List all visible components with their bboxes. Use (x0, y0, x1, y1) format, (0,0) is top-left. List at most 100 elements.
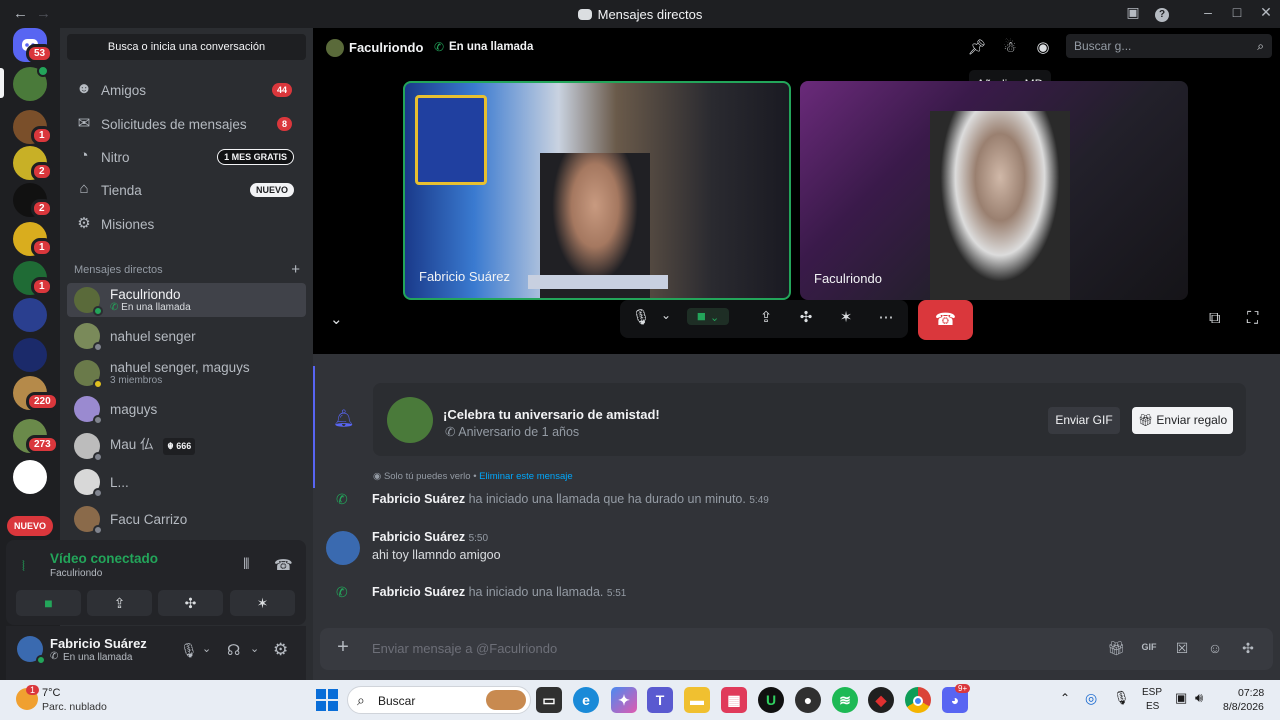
noise-suppression-icon[interactable]: ⦀ (243, 556, 250, 573)
chrome-icon[interactable] (905, 687, 931, 713)
dm-item-maguys[interactable]: maguys (67, 392, 306, 426)
headphones-icon[interactable]: ☊ (227, 641, 240, 659)
call-user-name[interactable]: Faculriondo (349, 40, 423, 55)
task-view-icon[interactable]: ▭ (536, 687, 562, 713)
maximize-icon[interactable]: □ (1226, 4, 1248, 24)
message-author[interactable]: Fabricio Suárez (372, 492, 465, 506)
tray-app-icon[interactable]: ◎ (1085, 690, 1097, 707)
share-screen-button[interactable]: ⇪ (87, 590, 152, 616)
share-screen-icon[interactable]: ⇪ (754, 308, 778, 326)
volume-icon[interactable]: 🔊︎ (1195, 690, 1203, 706)
dm-item-faculriondo[interactable]: Faculriondo ✆ En una llamada (67, 283, 306, 317)
app-icon[interactable]: ● (795, 687, 821, 713)
activities-icon[interactable]: ✣ (794, 308, 818, 326)
chevron-down-icon[interactable]: ⌄ (250, 642, 259, 655)
nav-nitro[interactable]: ◔ Nitro 1 MES GRATIS (67, 141, 306, 173)
dm-item-mau[interactable]: Mau 仏 ☬ 666 (67, 429, 306, 463)
server-icon[interactable]: 1 (13, 261, 53, 296)
send-gif-button[interactable]: Enviar GIF (1048, 407, 1120, 434)
taskbar-search[interactable]: ⌕ Buscar (347, 686, 531, 714)
activities-button[interactable]: ✣ (158, 590, 223, 616)
tray-chevron-up-icon[interactable]: ⌃ (1060, 691, 1070, 705)
camera-button[interactable]: ■ (16, 590, 81, 616)
server-icon[interactable]: 273 (13, 419, 59, 454)
sticker-icon[interactable]: ☒ (1173, 640, 1191, 657)
dm-item-group[interactable]: nahuel senger, maguys 3 miembros (67, 356, 306, 390)
find-conversation-button[interactable]: Busca o inicia una conversación (67, 34, 306, 60)
server-icon[interactable]: 1 (13, 110, 53, 145)
minimize-icon[interactable]: – (1197, 4, 1219, 24)
video-tile-remote[interactable]: Faculriondo (800, 81, 1188, 300)
delete-message-link[interactable]: Eliminar este mensaje (479, 471, 572, 482)
forward-icon[interactable]: → (36, 5, 51, 22)
nav-shop[interactable]: ⌂ Tienda NUEVO (67, 174, 306, 206)
add-friend-icon[interactable]: ☃ (1000, 38, 1020, 56)
pin-icon[interactable]: 📌︎ (967, 38, 987, 56)
server-icon[interactable] (13, 298, 47, 332)
language-indicator[interactable]: ESP (1142, 687, 1162, 698)
nav-quests[interactable]: ⚙ Misiones (67, 208, 306, 240)
server-icon[interactable] (13, 460, 47, 494)
gif-icon[interactable]: GIF (1140, 642, 1158, 652)
voice-status[interactable]: Vídeo conectado (50, 551, 158, 566)
collapse-chevron-icon[interactable]: ⌄ (330, 310, 343, 328)
camera-icon[interactable]: ■ ⌄ (687, 308, 729, 325)
soundboard-icon[interactable]: ✶ (834, 308, 858, 326)
microphone-icon[interactable]: 🎙︎ (180, 642, 198, 659)
avatar[interactable] (17, 636, 46, 665)
home-button[interactable]: 53 (13, 28, 54, 63)
server-icon[interactable] (13, 65, 49, 101)
disconnect-icon[interactable]: ☎ (274, 556, 293, 574)
server-icon[interactable]: 220 (13, 376, 59, 411)
emoji-icon[interactable]: ☺ (1206, 640, 1224, 656)
nav-friends[interactable]: ☻ Amigos 44 (67, 74, 306, 106)
add-dm-icon[interactable]: + (291, 261, 300, 278)
video-tile-self[interactable]: Fabricio Suárez (403, 81, 791, 300)
dm-item-l[interactable]: L... (67, 465, 306, 499)
dm-item-nahuel[interactable]: nahuel senger (67, 319, 306, 353)
server-icon[interactable] (13, 338, 47, 372)
message-input[interactable]: Enviar mensaje a @Faculriondo (372, 641, 557, 656)
user-profile-icon[interactable]: ◉ (1033, 38, 1053, 56)
settings-gear-icon[interactable]: ⚙ (273, 640, 288, 660)
new-server-badge[interactable]: NUEVO (7, 516, 53, 536)
avatar[interactable] (326, 531, 360, 565)
help-icon[interactable]: ? (1151, 4, 1173, 24)
microphone-icon[interactable]: 🎙︎ (629, 308, 653, 326)
add-attachment-icon[interactable]: + (334, 636, 352, 659)
voice-channel[interactable]: Faculriondo (50, 568, 102, 579)
copilot-icon[interactable]: ✦ (611, 687, 637, 713)
edge-icon[interactable]: e (573, 687, 599, 713)
send-gift-button[interactable]: Enviar regalo (1156, 413, 1227, 427)
clock-time[interactable]: 07:28 (1238, 687, 1264, 699)
close-icon[interactable]: ✕ (1255, 4, 1277, 24)
dm-item-facu[interactable]: Facu Carrizo (67, 502, 306, 536)
keyboard-layout[interactable]: ES (1146, 701, 1159, 712)
back-icon[interactable]: ← (13, 5, 28, 22)
clock-date[interactable]: 8/8/2026 (1223, 701, 1264, 713)
fullscreen-icon[interactable]: ⛶ (1247, 310, 1258, 328)
hang-up-button[interactable]: ☎ (918, 300, 973, 340)
file-explorer-icon[interactable]: ▬ (684, 687, 710, 713)
spotify-icon[interactable]: ≋ (832, 687, 858, 713)
teams-icon[interactable]: T (647, 687, 673, 713)
tray-microphone-icon[interactable]: 🎙︎ (1113, 690, 1130, 706)
popout-icon[interactable]: ⧉ (1209, 310, 1220, 328)
windows-start-icon[interactable] (316, 689, 338, 711)
message-author[interactable]: Fabricio Suárez (372, 530, 465, 544)
server-icon[interactable]: 1 (13, 222, 53, 257)
inbox-icon[interactable]: ▣ (1122, 4, 1144, 24)
message-author[interactable]: Fabricio Suárez (372, 585, 465, 599)
store-icon[interactable]: ▦ (721, 687, 747, 713)
nav-message-requests[interactable]: ✉ Solicitudes de mensajes 8 (67, 108, 306, 140)
chevron-down-icon[interactable]: ⌄ (202, 642, 211, 655)
search-input[interactable]: Buscar g... ⌕ (1066, 34, 1272, 58)
chevron-down-icon[interactable]: ⌄ (654, 308, 678, 322)
server-icon[interactable]: 2 (13, 183, 53, 218)
server-icon[interactable]: 2 (13, 146, 53, 181)
app-icon[interactable]: ◆ (868, 687, 894, 713)
gift-icon[interactable]: 🎁︎ (1107, 640, 1125, 657)
apps-icon[interactable]: ✣ (1239, 640, 1257, 657)
network-icon[interactable]: ▣ (1175, 690, 1187, 706)
app-u-icon[interactable]: U (758, 687, 784, 713)
